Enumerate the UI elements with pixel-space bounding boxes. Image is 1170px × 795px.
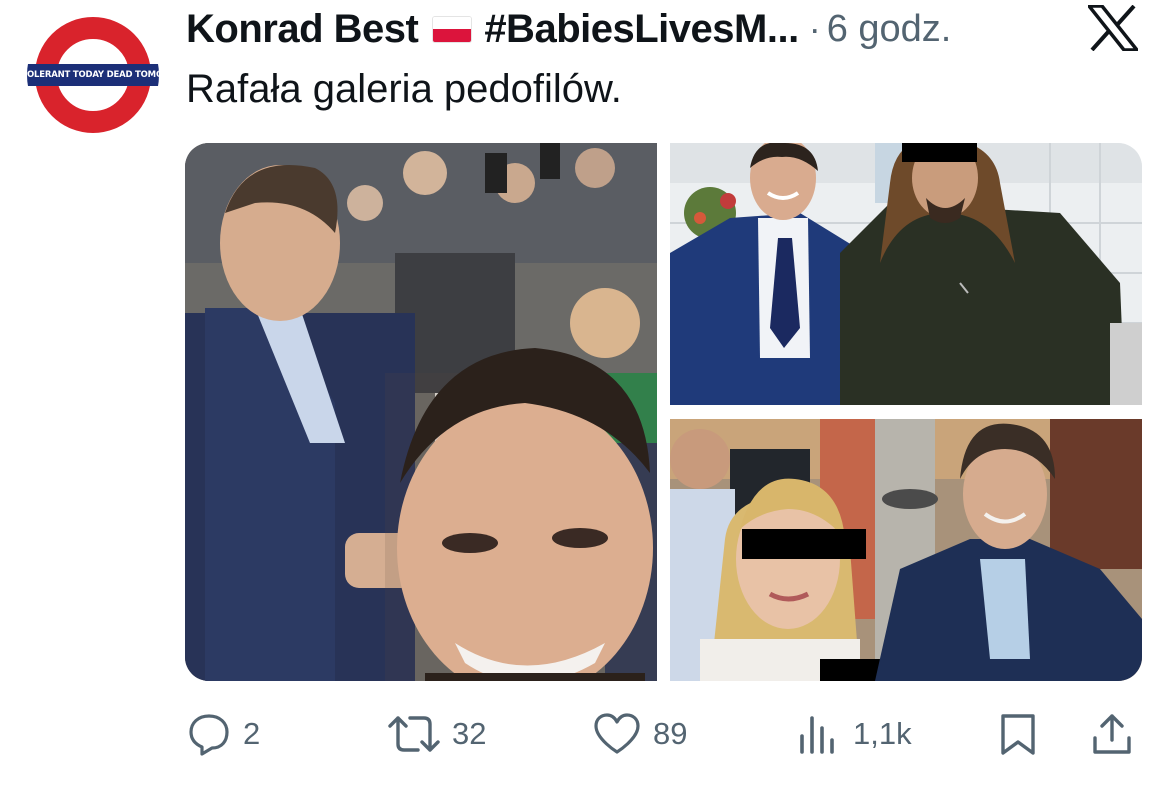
bookmark-icon [1001, 714, 1035, 755]
reply-icon [189, 714, 229, 756]
tweet-header: Konrad Best #BabiesLivesM... · 6 godz. [186, 6, 951, 52]
like-count: 89 [653, 716, 688, 751]
like-button[interactable]: 89 [593, 712, 687, 756]
avatar-banner-text: OLERANT TODAY DEAD TOMORROW [27, 64, 159, 86]
avatar[interactable]: OLERANT TODAY DEAD TOMORROW [27, 9, 159, 141]
views-count: 1,1k [853, 716, 912, 751]
share-icon [1093, 714, 1131, 754]
share-button[interactable] [1090, 712, 1134, 756]
bookmark-button[interactable] [998, 712, 1038, 756]
retweet-button[interactable]: 32 [388, 712, 486, 756]
tweet-text: Rafała galeria pedofilów. [186, 67, 622, 111]
heart-icon [594, 713, 640, 754]
retweet-icon [388, 716, 440, 752]
photo-top-right[interactable] [670, 143, 1142, 405]
author-name-hashtag[interactable]: #BabiesLivesM... [484, 7, 799, 52]
views-button[interactable]: 1,1k [797, 712, 912, 756]
retweet-count: 32 [452, 716, 487, 751]
reply-button[interactable]: 2 [187, 712, 260, 756]
views-icon [800, 716, 834, 754]
photo-bottom-right[interactable] [670, 419, 1142, 681]
photo-left[interactable] [185, 143, 657, 681]
x-logo-icon[interactable] [1087, 4, 1139, 52]
action-bar: 2 32 89 1,1k [0, 700, 1170, 770]
separator-dot: · [808, 8, 821, 49]
reply-count: 2 [243, 716, 261, 751]
tweet-timestamp[interactable]: 6 godz. [827, 8, 952, 51]
poland-flag-icon [432, 15, 473, 43]
author-name[interactable]: Konrad Best [186, 7, 419, 52]
media-grid [185, 143, 1142, 681]
